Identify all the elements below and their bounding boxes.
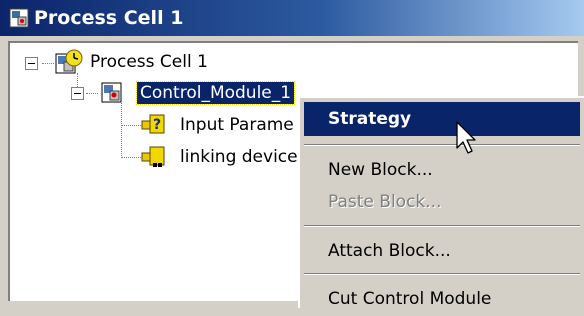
- title-bar[interactable]: Process Cell 1: [0, 0, 584, 36]
- control-module-icon: [101, 82, 122, 103]
- menu-item-new-block[interactable]: New Block...: [304, 153, 580, 187]
- tree-node-control-module[interactable]: Control_Module_1: [135, 81, 296, 105]
- menu-item-cut-control-module[interactable]: Cut Control Module: [304, 282, 580, 316]
- tree-line: [121, 157, 141, 158]
- menu-item-attach-block[interactable]: Attach Block...: [304, 234, 580, 268]
- menu-separator: [304, 144, 580, 146]
- menu-separator: [304, 273, 580, 275]
- collapse-toggle-module[interactable]: [71, 87, 84, 100]
- tree-line: [121, 125, 141, 126]
- linking-device-icon: [141, 146, 165, 167]
- svg-text:?: ?: [153, 117, 161, 133]
- tree-node-process-cell[interactable]: Process Cell 1: [90, 51, 208, 73]
- process-cell-icon: [55, 49, 83, 74]
- tree-line: [86, 93, 98, 94]
- tree-line: [121, 103, 122, 158]
- mouse-cursor-icon: [456, 121, 476, 154]
- window-title: Process Cell 1: [34, 7, 184, 29]
- menu-separator: [304, 225, 580, 227]
- tree-node-linking-device[interactable]: linking device: [180, 146, 298, 168]
- context-menu: Strategy New Block... Paste Block... Att…: [298, 96, 584, 309]
- process-cell-icon: [9, 8, 29, 28]
- menu-item-paste-block: Paste Block...: [328, 192, 442, 212]
- input-parameter-icon: ?: [141, 114, 165, 134]
- tree-line: [42, 63, 54, 64]
- collapse-toggle-root[interactable]: [25, 57, 38, 70]
- tree-node-input-parameter[interactable]: Input Parame: [180, 114, 294, 136]
- menu-item-strategy[interactable]: Strategy: [304, 102, 580, 136]
- process-cell-window: Process Cell 1 Process Cell 1 Control_Mo…: [0, 0, 584, 309]
